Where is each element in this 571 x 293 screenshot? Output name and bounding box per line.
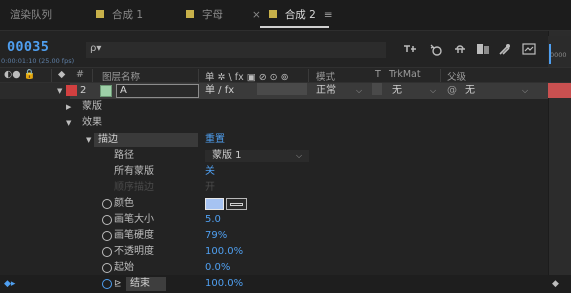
trkmat-dropdown[interactable]: 无 bbox=[392, 83, 402, 99]
tab-label: 合成 2 bbox=[284, 9, 316, 21]
effects-label: 效果 bbox=[82, 117, 102, 128]
source-name-header[interactable]: 图层名称 bbox=[102, 69, 140, 83]
comp-swatch-icon bbox=[268, 10, 277, 18]
prop-brush-hardness[interactable]: 画笔硬度 79% bbox=[0, 228, 548, 244]
layer-name-field[interactable]: A bbox=[116, 84, 199, 98]
mode-dropdown[interactable]: 正常 bbox=[316, 83, 336, 99]
prop-all-masks[interactable]: 所有蒙版 关 bbox=[0, 164, 548, 180]
layer-expand-icon[interactable]: ▼ bbox=[57, 83, 62, 99]
comp-swatch-icon bbox=[96, 10, 104, 18]
prop-label: 路径 bbox=[114, 150, 134, 161]
close-icon[interactable]: × bbox=[252, 9, 261, 21]
number-header: # bbox=[76, 69, 84, 80]
prop-end[interactable]: ◆▸ ⊵ 结束 100.0% ◆ bbox=[0, 276, 559, 292]
preserve-transparency-box[interactable] bbox=[372, 83, 382, 95]
playhead[interactable] bbox=[549, 44, 551, 64]
draft-3d-icon[interactable] bbox=[428, 43, 444, 57]
tab-bar: 渲染队列 合成 1 字母 × 合成 2 ≡ bbox=[0, 0, 571, 31]
tab-comp-2[interactable]: × 合成 2 ≡ bbox=[252, 0, 333, 31]
parent-header: 父级 bbox=[447, 72, 467, 83]
chevron-down-icon[interactable]: ⌵ bbox=[296, 148, 302, 164]
prop-start[interactable]: 起始 0.0% bbox=[0, 260, 548, 276]
active-tab-underline bbox=[260, 26, 329, 28]
prop-value[interactable]: 关 bbox=[205, 164, 215, 180]
collapse-icon[interactable]: ▼ bbox=[86, 132, 91, 148]
switch-boxes bbox=[257, 83, 307, 95]
comp-flow-icon[interactable] bbox=[402, 43, 418, 57]
prop-label: 颜色 bbox=[114, 198, 134, 209]
chevron-down-icon[interactable]: ⌵ bbox=[430, 83, 436, 99]
layer-switches[interactable]: 单 / fx bbox=[205, 83, 234, 99]
keyframe-icon[interactable]: ◆ bbox=[552, 276, 559, 292]
layer-duration-bar[interactable] bbox=[548, 83, 571, 98]
shy-icon[interactable] bbox=[452, 43, 468, 57]
prop-label: 不透明度 bbox=[114, 246, 154, 257]
reset-link[interactable]: 重置 bbox=[205, 132, 225, 148]
layer-number: 2 bbox=[80, 85, 87, 96]
av-features-icon: ◐● 🔒 bbox=[4, 69, 36, 80]
tab-render-queue[interactable]: 渲染队列 bbox=[10, 0, 52, 31]
tab-comp-1[interactable]: 合成 1 bbox=[96, 0, 143, 31]
ruler-label: 0000 bbox=[550, 51, 567, 59]
panel-menu-icon[interactable]: ≡ bbox=[324, 9, 333, 21]
prop-opacity[interactable]: 不透明度 100.0% bbox=[0, 244, 548, 260]
prop-label: 所有蒙版 bbox=[114, 166, 154, 177]
tab-label: 合成 1 bbox=[112, 9, 144, 21]
prop-sequential: 顺序描边 开 bbox=[0, 180, 548, 196]
trkmat-header: TrkMat bbox=[389, 69, 421, 80]
expand-icon[interactable]: ▶ bbox=[66, 99, 71, 115]
prop-brush-size[interactable]: 画笔大小 5.0 bbox=[0, 212, 548, 228]
stroke-effect-label: 描边 bbox=[98, 134, 118, 145]
masks-label: 蒙版 bbox=[82, 101, 102, 112]
prop-color[interactable]: 颜色 bbox=[0, 196, 548, 212]
parent-dropdown[interactable]: 无 bbox=[465, 83, 475, 99]
tab-label: 渲染队列 bbox=[10, 9, 52, 21]
motion-blur-icon[interactable] bbox=[497, 43, 513, 57]
layer-row[interactable]: ▼ 2 A 单 / fx 正常 ⌵ 无 ⌵ @ 无 ⌵ bbox=[0, 83, 548, 99]
comp-swatch-icon bbox=[186, 10, 194, 18]
frame-blend-icon[interactable] bbox=[475, 43, 491, 57]
column-header: ◐● 🔒 ◆ # 图层名称 单 ✲ \ fx ▣ ⊘ ⊙ ⊚ 模式 T TrkM… bbox=[0, 67, 571, 83]
graph-editor-icon[interactable] bbox=[521, 43, 537, 57]
tab-letters[interactable]: 字母 bbox=[186, 0, 223, 31]
expression-graph-icon[interactable]: ⊵ bbox=[114, 276, 122, 292]
prop-path[interactable]: 路径 蒙版 1 ⌵ bbox=[0, 148, 548, 164]
stroke-effect-row[interactable]: ▼ 描边 重置 bbox=[0, 132, 548, 148]
collapse-icon[interactable]: ▼ bbox=[66, 115, 71, 131]
pickwhip-icon[interactable]: @ bbox=[447, 83, 457, 99]
prop-label: 画笔大小 bbox=[114, 214, 154, 225]
mode-header: 模式 bbox=[316, 72, 336, 83]
label-icon: ◆ bbox=[58, 69, 66, 80]
prop-label: 顺序描边 bbox=[114, 182, 154, 193]
timeline-toolbar: 00035 0:00:01:10 (25.00 fps) ρ▾ bbox=[0, 31, 571, 67]
time-subtitle: 0:00:01:10 (25.00 fps) bbox=[1, 57, 75, 65]
prop-value[interactable]: 5.0 bbox=[205, 212, 221, 228]
prop-value[interactable]: 79% bbox=[205, 228, 227, 244]
search-input[interactable]: ρ▾ bbox=[86, 42, 386, 58]
tab-label: 字母 bbox=[202, 9, 223, 21]
prop-value[interactable]: 0.0% bbox=[205, 260, 230, 276]
prop-value[interactable]: 100.0% bbox=[205, 244, 243, 260]
masks-group[interactable]: ▶ 蒙版 bbox=[0, 99, 548, 115]
chevron-down-icon[interactable]: ⌵ bbox=[522, 83, 528, 99]
search-icon: ρ▾ bbox=[90, 43, 102, 54]
prop-label: 结束 bbox=[130, 278, 150, 289]
prop-label: 起始 bbox=[114, 262, 134, 273]
chevron-down-icon[interactable]: ⌵ bbox=[356, 83, 362, 99]
keyframe-nav-icon[interactable]: ◆▸ bbox=[4, 276, 15, 292]
path-dropdown[interactable]: 蒙版 1 bbox=[212, 148, 242, 164]
current-time-display[interactable]: 00035 bbox=[7, 39, 49, 55]
prop-label: 画笔硬度 bbox=[114, 230, 154, 241]
prop-value[interactable]: 100.0% bbox=[205, 276, 243, 292]
effects-group[interactable]: ▼ 效果 bbox=[0, 115, 548, 131]
t-header: T bbox=[375, 69, 381, 80]
prop-value: 开 bbox=[205, 182, 215, 193]
switches-header: 单 ✲ \ fx ▣ ⊘ ⊙ ⊚ bbox=[205, 72, 289, 83]
